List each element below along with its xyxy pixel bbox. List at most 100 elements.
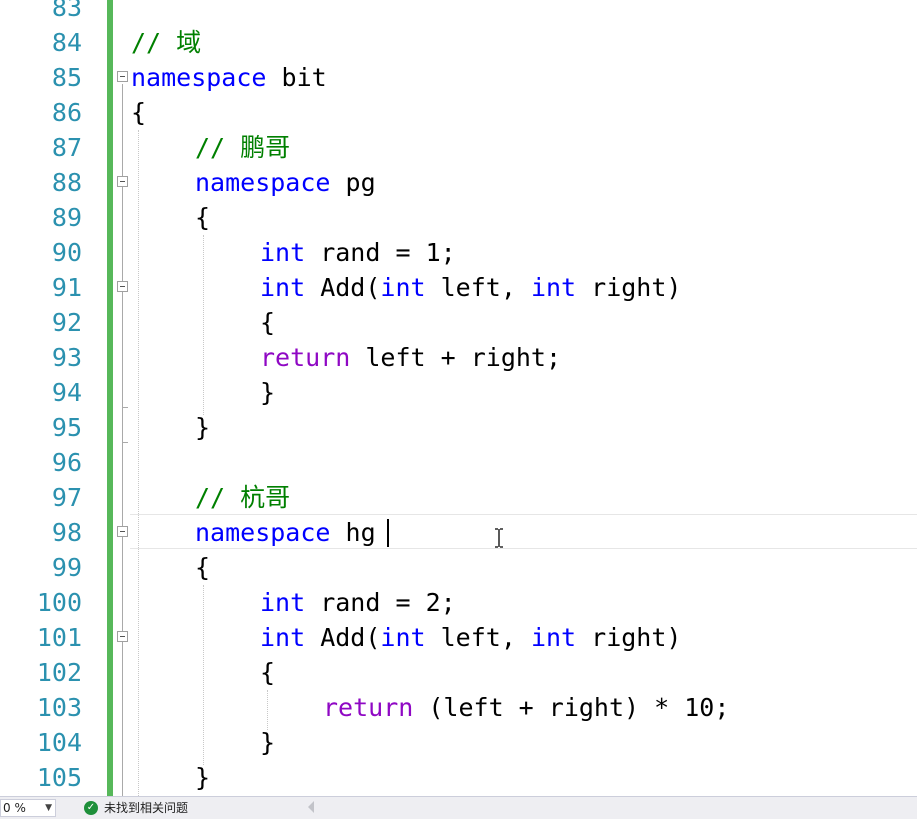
- comment-text: 鹏哥: [240, 133, 291, 162]
- line-number: 104: [36, 728, 82, 757]
- code-text: rand = 1;: [305, 238, 456, 267]
- comment-slashes: //: [131, 28, 177, 57]
- brace: {: [260, 308, 276, 337]
- brace: }: [260, 728, 276, 757]
- keyword-int: int: [380, 623, 426, 652]
- indent-guide: [203, 585, 204, 765]
- code-line-92: {: [260, 305, 275, 340]
- keyword-int: int: [530, 623, 577, 652]
- indent-guide: [267, 690, 268, 730]
- comment-slashes: //: [195, 483, 241, 512]
- code-line-104: }: [260, 725, 275, 760]
- line-number: 87: [51, 133, 82, 162]
- ibeam-cursor-icon: [495, 528, 503, 548]
- code-line-103: return (left + right) * 10;: [323, 690, 729, 725]
- line-number: 86: [51, 98, 82, 127]
- code-line-100: int rand = 2;: [260, 585, 456, 620]
- zoom-value: 0 %: [3, 801, 26, 815]
- comment-slashes: //: [195, 133, 241, 162]
- brace: {: [260, 658, 276, 687]
- line-number: 91: [51, 273, 82, 302]
- line-number: 103: [36, 693, 82, 722]
- code-line-98: namespace hg: [195, 515, 376, 550]
- brace: }: [195, 763, 211, 792]
- line-number: 93: [51, 343, 82, 372]
- keyword-int: int: [260, 273, 306, 302]
- code-line-88: namespace pg: [195, 165, 376, 200]
- outline-line: [122, 84, 123, 796]
- code-line-93: return left + right;: [260, 340, 561, 375]
- code-text: left,: [425, 623, 531, 652]
- keyword-namespace: namespace: [131, 63, 267, 92]
- namespace-name: hg: [330, 518, 376, 547]
- line-number: 97: [51, 483, 82, 512]
- zoom-dropdown[interactable]: 0 % ▼: [0, 799, 56, 817]
- line-number: 105: [36, 763, 82, 792]
- line-number: 94: [51, 378, 82, 407]
- code-line-90: int rand = 1;: [260, 235, 456, 270]
- indent-guide: [138, 130, 139, 796]
- indent-guide: [203, 235, 204, 415]
- keyword-namespace: namespace: [195, 518, 331, 547]
- keyword-int: int: [260, 238, 306, 267]
- brace: }: [195, 413, 211, 442]
- issues-indicator[interactable]: ✓ 未找到相关问题: [84, 799, 188, 817]
- keyword-int: int: [380, 273, 426, 302]
- brace: {: [131, 98, 147, 127]
- code-text: left,: [425, 273, 531, 302]
- code-text: right): [576, 273, 682, 302]
- line-number: 95: [51, 413, 82, 442]
- code-text: Add(: [305, 273, 381, 302]
- scroll-left-arrow-icon[interactable]: [308, 801, 314, 813]
- code-line-105: }: [195, 760, 210, 795]
- code-line-84: // 域: [131, 25, 201, 60]
- code-line-99: {: [195, 550, 210, 585]
- code-line-97: // 杭哥: [195, 480, 290, 515]
- collapse-toggle-icon[interactable]: [117, 176, 128, 187]
- keyword-int: int: [260, 623, 306, 652]
- brace: {: [195, 203, 211, 232]
- code-line-87: // 鹏哥: [195, 130, 290, 165]
- code-line-102: {: [260, 655, 275, 690]
- code-line-94: }: [260, 375, 275, 410]
- line-number: 100: [36, 588, 82, 617]
- status-bar: 0 % ▼ ✓ 未找到相关问题: [0, 796, 917, 819]
- code-line-95: }: [195, 410, 210, 445]
- line-number: 85: [51, 63, 82, 92]
- code-line-91: int Add(int left, int right): [260, 270, 681, 305]
- check-circle-icon: ✓: [84, 801, 98, 815]
- collapse-toggle-icon[interactable]: [117, 526, 128, 537]
- code-editor[interactable]: 83 84 85 86 87 88 89 90 91 92 93 94 95 9…: [0, 0, 917, 796]
- code-text: right): [576, 623, 682, 652]
- collapse-toggle-icon[interactable]: [117, 71, 128, 82]
- keyword-return: return: [323, 693, 414, 722]
- collapse-toggle-icon[interactable]: [117, 631, 128, 642]
- code-text: (left + right) * 10;: [413, 693, 730, 722]
- line-number: 101: [36, 623, 82, 652]
- change-tracking-bar: [107, 0, 113, 796]
- keyword-return: return: [260, 343, 351, 372]
- code-text: Add(: [305, 623, 381, 652]
- issues-text: 未找到相关问题: [104, 801, 189, 815]
- outline-end-tick: [122, 407, 128, 408]
- collapse-toggle-icon[interactable]: [117, 281, 128, 292]
- code-line-86: {: [131, 95, 146, 130]
- text-caret: [387, 519, 389, 547]
- line-number: 99: [51, 553, 82, 582]
- line-number: 89: [51, 203, 82, 232]
- line-number: 92: [51, 308, 82, 337]
- dropdown-arrow-icon: ▼: [45, 803, 52, 813]
- namespace-name: bit: [266, 63, 327, 92]
- line-number: 102: [36, 658, 82, 687]
- comment-text: 域: [176, 28, 202, 57]
- code-line-89: {: [195, 200, 210, 235]
- code-line-85: namespace bit: [131, 60, 327, 95]
- keyword-int: int: [530, 273, 577, 302]
- horizontal-scrollbar[interactable]: [320, 803, 917, 813]
- line-number: 84: [51, 28, 82, 57]
- line-number: 98: [51, 518, 82, 547]
- line-number: 90: [51, 238, 82, 267]
- code-text: rand = 2;: [305, 588, 456, 617]
- keyword-namespace: namespace: [195, 168, 331, 197]
- line-number: 96: [51, 448, 82, 477]
